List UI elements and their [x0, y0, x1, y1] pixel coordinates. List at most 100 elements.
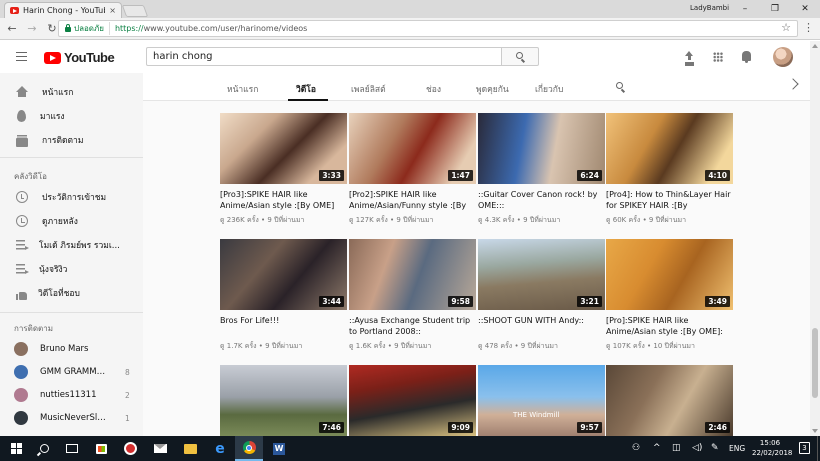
new-tab-button[interactable]: [121, 5, 149, 17]
sidebar-item-playlist-2[interactable]: นุ้งจริงิว: [0, 258, 143, 280]
video-thumbnail[interactable]: 6:24: [478, 113, 605, 184]
tab-close-icon[interactable]: ×: [109, 6, 116, 15]
sidebar-item-history[interactable]: ประวัติการเข้าชม: [0, 186, 143, 208]
video-title[interactable]: [Pro2]:SPIKE HAIR like Anime/Asian/Funny…: [349, 190, 476, 211]
subscription-item[interactable]: nutties11311 2: [0, 384, 143, 406]
video-thumbnail[interactable]: 9:58: [349, 239, 476, 310]
video-card[interactable]: 2:46: [606, 365, 733, 436]
search-input[interactable]: [146, 47, 502, 66]
video-thumbnail[interactable]: 4:10: [606, 113, 733, 184]
language-indicator[interactable]: ENG: [729, 444, 745, 453]
close-window-button[interactable]: ✕: [790, 0, 820, 18]
page-scrollbar[interactable]: [810, 41, 820, 436]
video-thumbnail[interactable]: 3:21: [478, 239, 605, 310]
mail-icon: [153, 444, 167, 453]
subscription-item[interactable]: Bruno Mars: [0, 338, 143, 360]
scroll-down-arrow-icon[interactable]: [812, 429, 818, 433]
video-title[interactable]: ::SHOOT GUN WITH Andy::: [478, 316, 605, 337]
video-thumbnail[interactable]: 3:44: [220, 239, 347, 310]
notification-center-icon[interactable]: 3: [799, 442, 810, 454]
browser-menu-icon[interactable]: ⋮: [803, 21, 814, 34]
channel-tab-bar: หน้าแรก วิดีโอ เพลย์ลิสต์ ช่อง พูดคุยกัน…: [143, 73, 810, 101]
maximize-button[interactable]: ❐: [760, 0, 790, 18]
video-thumbnail[interactable]: 1:47: [349, 113, 476, 184]
search-button[interactable]: [501, 47, 539, 66]
scrollbar-thumb[interactable]: [812, 328, 818, 398]
video-card[interactable]: THE Windmill 9:57: [478, 365, 605, 436]
forward-button[interactable]: →: [24, 22, 40, 35]
video-thumbnail[interactable]: 9:09: [349, 365, 476, 436]
edge-button[interactable]: e: [206, 436, 234, 461]
sidebar-item-liked-videos[interactable]: วิดีโอที่ชอบ: [0, 282, 143, 304]
video-card[interactable]: 3:33 [Pro3]:SPIKE HAIR like Anime/Asian …: [220, 113, 347, 226]
minimize-button[interactable]: –: [730, 0, 760, 18]
explorer-button[interactable]: [176, 436, 204, 461]
tab-playlists[interactable]: เพลย์ลิสต์: [351, 82, 386, 96]
video-title[interactable]: ::Ayusa Exchange Student trip to Portlan…: [349, 316, 476, 337]
video-title[interactable]: ::Guitar Cover Canon rock! by OME:::: [478, 190, 605, 211]
video-card[interactable]: 6:24 ::Guitar Cover Canon rock! by OME::…: [478, 113, 605, 226]
tab-discussion[interactable]: พูดคุยกัน: [476, 82, 509, 96]
taskbar-search[interactable]: [30, 436, 58, 461]
video-card[interactable]: 3:44 Bros For Life!!! ดู 1.7K ครั้ง • 9 …: [220, 239, 347, 352]
word-button[interactable]: W: [265, 436, 293, 461]
video-thumbnail[interactable]: 7:46: [220, 365, 347, 436]
start-button[interactable]: [2, 436, 30, 461]
url-scheme: https://: [114, 24, 144, 33]
channel-search-icon[interactable]: [616, 82, 623, 89]
secure-indicator[interactable]: ปลอดภัย: [65, 22, 110, 35]
video-title[interactable]: [Pro3]:SPIKE HAIR like Anime/Asian style…: [220, 190, 347, 211]
scroll-up-arrow-icon[interactable]: [812, 44, 818, 48]
sidebar-item-trending[interactable]: มาแรง: [0, 105, 143, 127]
tab-home[interactable]: หน้าแรก: [227, 82, 258, 96]
video-card[interactable]: 3:49 [Pro]:SPIKE HAIR like Anime/Asian s…: [606, 239, 733, 352]
video-card[interactable]: 9:58 ::Ayusa Exchange Student trip to Po…: [349, 239, 476, 352]
video-card[interactable]: 9:09: [349, 365, 476, 436]
video-thumbnail[interactable]: 2:46: [606, 365, 733, 436]
url-field[interactable]: ปลอดภัย https:// www.youtube.com/user/ha…: [58, 20, 798, 37]
network-icon[interactable]: ◫: [672, 443, 681, 453]
apps-icon[interactable]: [713, 52, 723, 62]
tab-videos[interactable]: วิดีโอ: [296, 82, 316, 96]
people-icon[interactable]: ⚇: [632, 443, 640, 453]
browser-tab[interactable]: Harin Chong - YouTube ×: [4, 2, 122, 18]
video-card[interactable]: 4:10 [Pro4]: How to Thin&Layer Hair for …: [606, 113, 733, 226]
channel-avatar: [14, 365, 28, 379]
chrome-button[interactable]: [235, 436, 263, 461]
video-thumbnail[interactable]: 3:33: [220, 113, 347, 184]
ime-icon[interactable]: ✎: [711, 443, 719, 453]
store-button[interactable]: [87, 436, 115, 461]
bookmark-star-icon[interactable]: ☆: [781, 21, 791, 34]
red-app-button[interactable]: [116, 436, 144, 461]
subscription-item[interactable]: MusicNeverSlee... 1: [0, 407, 143, 429]
sidebar-item-home[interactable]: หน้าแรก: [0, 81, 143, 103]
bell-icon[interactable]: [742, 51, 751, 63]
back-button[interactable]: ←: [4, 22, 20, 35]
mail-button[interactable]: [146, 436, 174, 461]
tray-chevron-icon[interactable]: ^: [653, 443, 661, 453]
sidebar-item-subscriptions[interactable]: การติดตาม: [0, 129, 143, 151]
video-thumbnail[interactable]: 3:49: [606, 239, 733, 310]
task-view-button[interactable]: [58, 436, 86, 461]
taskbar-clock[interactable]: 15:06 22/02/2018: [752, 438, 792, 458]
video-title[interactable]: [Pro]:SPIKE HAIR like Anime/Asian style …: [606, 316, 733, 337]
video-thumbnail[interactable]: THE Windmill 9:57: [478, 365, 605, 436]
trending-icon: [17, 110, 26, 122]
like-icon: [16, 292, 27, 300]
sidebar-item-watch-later[interactable]: ดูภายหลัง: [0, 210, 143, 232]
upload-icon[interactable]: [684, 51, 694, 63]
youtube-logo[interactable]: YouTube: [44, 50, 115, 65]
avatar[interactable]: [773, 47, 793, 67]
video-title[interactable]: [Pro4]: How to Thin&Layer Hair for SPIKE…: [606, 190, 733, 211]
tab-channels[interactable]: ช่อง: [426, 82, 441, 96]
hamburger-menu-icon[interactable]: [16, 52, 27, 61]
tab-about[interactable]: เกี่ยวกับ: [535, 82, 563, 96]
subscription-item[interactable]: GMM GRAMMY ... 8: [0, 361, 143, 383]
sidebar-item-playlist-1[interactable]: โมเด้ ภิรมย์พร รวมเ...: [0, 234, 143, 256]
video-card[interactable]: 7:46: [220, 365, 347, 436]
video-card[interactable]: 3:21 ::SHOOT GUN WITH Andy:: ดู 478 ครั้…: [478, 239, 605, 352]
video-card[interactable]: 1:47 [Pro2]:SPIKE HAIR like Anime/Asian/…: [349, 113, 476, 226]
video-title[interactable]: Bros For Life!!!: [220, 316, 347, 337]
channel-avatar: [14, 342, 28, 356]
volume-icon[interactable]: ◁): [692, 443, 702, 453]
